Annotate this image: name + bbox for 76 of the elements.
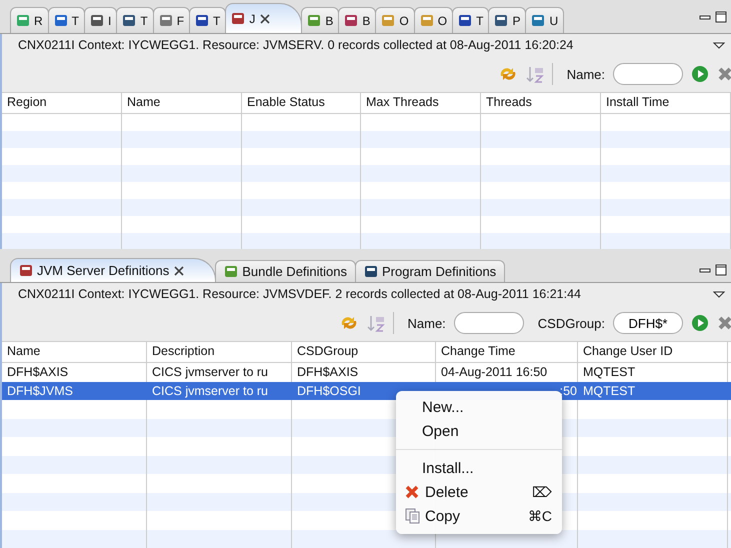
close-icon[interactable] (259, 12, 272, 24)
column-header[interactable]: Name (2, 342, 147, 362)
table-cell: CICS jvmserver to ru (147, 382, 292, 400)
column-header[interactable]: Threads (481, 93, 601, 113)
window-icon (231, 11, 246, 26)
clear-icon[interactable] (717, 315, 731, 331)
view-tab[interactable]: O (375, 7, 415, 33)
column-header[interactable]: Name (122, 93, 242, 113)
text-field[interactable] (454, 312, 524, 334)
column-header[interactable]: Region (2, 93, 122, 113)
window-icon (458, 13, 472, 28)
dropdown-icon[interactable] (713, 40, 725, 50)
view-tab[interactable]: T (116, 7, 154, 33)
view-tab[interactable]: Program Definitions (355, 260, 506, 282)
view-tab[interactable]: Bundle Definitions (215, 260, 356, 282)
shortcut-label: ⌦ (532, 484, 552, 500)
text-field[interactable]: DFH$* (613, 312, 683, 334)
column-header[interactable]: Change Time (436, 342, 578, 362)
shortcut-label: ⌘C (528, 508, 552, 524)
column-header[interactable]: Enable Status (242, 93, 361, 113)
window-icon (494, 13, 508, 28)
window-icon (122, 13, 136, 28)
table-cell: MQTEST (578, 382, 728, 400)
column-header[interactable]: CSDGroup (292, 342, 436, 362)
window-icon (19, 263, 33, 278)
window-icon (531, 13, 546, 28)
window-icon (381, 13, 396, 28)
text-field[interactable] (613, 63, 683, 85)
window-icon (195, 13, 210, 28)
close-icon[interactable] (173, 264, 186, 276)
field-label: Name: (408, 316, 446, 330)
view-tab[interactable]: U (525, 7, 564, 33)
menu-item[interactable]: Install... (396, 456, 562, 480)
field-label: CSDGroup: (538, 316, 605, 330)
delete-icon (404, 484, 420, 500)
table-cell: DFH$JVMS (2, 382, 147, 400)
clear-icon[interactable] (717, 66, 731, 82)
view-tab[interactable]: I (84, 7, 118, 33)
sort-icon (526, 65, 544, 83)
view-tab[interactable]: T (48, 7, 86, 33)
window-icon (158, 13, 173, 28)
maximize-icon[interactable] (715, 10, 727, 22)
dropdown-icon[interactable] (713, 289, 725, 299)
view-tab[interactable]: F (152, 7, 190, 33)
view-tab[interactable]: O (414, 7, 454, 33)
view-tab[interactable]: R (10, 7, 49, 33)
sort-icon (366, 314, 384, 332)
view-tab[interactable]: P (488, 7, 526, 33)
status-message: CNX0211I Context: IYCWEGG1. Resource: JVMSVDEF. 2 records collected at 08-Aug-2011 16:21:44 (18, 287, 582, 301)
window-icon (90, 13, 104, 28)
status-message: CNX0211I Context: IYCWEGG1. Resource: JVMSERV. 0 records collected at 08-Aug-2011 16:20:24 (18, 38, 574, 52)
window-icon (420, 13, 434, 28)
window-icon (224, 264, 238, 279)
column-header[interactable]: Change User ID (578, 342, 728, 362)
field-label: Name: (566, 66, 605, 82)
column-header[interactable]: Install Time (601, 93, 731, 113)
column-header[interactable]: Max Threads (361, 93, 481, 113)
column-header[interactable]: Description (147, 342, 292, 362)
menu-item[interactable]: Copy ⌘C (396, 504, 562, 528)
window-icon (16, 13, 30, 28)
view-tab[interactable]: T (452, 7, 490, 33)
play-icon[interactable] (691, 65, 709, 83)
window-icon (54, 13, 68, 28)
view-tab[interactable]: T (189, 7, 226, 33)
window-icon (364, 264, 378, 279)
menu-item[interactable]: Delete ⌦ (396, 480, 562, 504)
view-tab[interactable]: JVM Server Definitions (10, 258, 216, 282)
view-tab[interactable]: B (301, 7, 340, 33)
copy-icon (404, 508, 420, 524)
view-tab[interactable]: J (225, 3, 302, 33)
window-icon (307, 13, 322, 28)
play-icon[interactable] (691, 314, 709, 332)
window-icon (344, 13, 358, 28)
maximize-icon[interactable] (715, 264, 727, 276)
view-tab[interactable]: B (338, 7, 376, 33)
menu-item[interactable]: Open (396, 419, 562, 443)
